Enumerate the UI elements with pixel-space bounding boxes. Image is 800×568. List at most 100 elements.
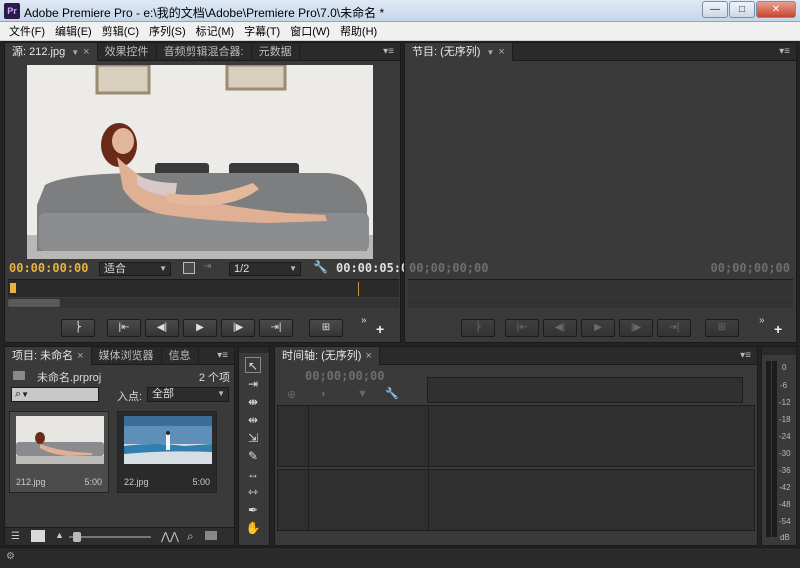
panel-menu-icon[interactable]: ▾≡ (740, 350, 751, 361)
minimize-button[interactable]: — (702, 1, 728, 18)
panel-menu-icon[interactable]: ▾≡ (383, 46, 394, 57)
new-bin-icon[interactable] (205, 531, 217, 540)
play-button[interactable]: ▶ (183, 319, 217, 337)
zoom-out-icon[interactable]: ▲ (55, 530, 64, 540)
lift-button[interactable]: ⊞ (705, 319, 739, 337)
playhead-icon[interactable] (10, 283, 16, 293)
tab-timeline[interactable]: 时间轴: (无序列) × (275, 346, 380, 365)
slip-tool-icon[interactable]: ↔ (245, 466, 261, 482)
go-to-in-button[interactable]: |⇤ (505, 319, 539, 337)
timeline-wrench-icon[interactable]: 🔧 (385, 387, 399, 400)
project-item-22[interactable]: 22.jpg 5:00 (117, 411, 217, 493)
source-monitor-panel: 源: 212.jpg ▼ × 效果控件 音频剪辑混合器: 元数据 ▾≡ 00:00:… (4, 42, 415, 343)
menu-edit[interactable]: 编辑(E) (50, 23, 97, 39)
tab-audio-clip-mixer[interactable]: 音频剪辑混合器: (157, 42, 252, 61)
more-controls-icon[interactable]: » (759, 315, 765, 326)
thumbnail-size-slider[interactable] (69, 532, 151, 542)
chevron-down-icon: ▼ (217, 389, 225, 398)
panel-menu-icon[interactable]: ▾≡ (217, 350, 228, 361)
go-to-out-button[interactable]: ⇥| (657, 319, 691, 337)
close-icon[interactable]: × (365, 350, 371, 362)
audio-tracks-area (277, 469, 755, 532)
selection-tool-icon[interactable]: ↖ (245, 357, 261, 373)
source-time-ruler[interactable] (8, 279, 399, 297)
tab-info[interactable]: 信息 (162, 346, 199, 365)
meter-header-bar (762, 347, 796, 355)
clip-duration: 5:00 (192, 477, 210, 487)
add-button-icon[interactable]: + (376, 321, 384, 337)
maximize-button[interactable]: □ (729, 1, 755, 18)
search-input[interactable]: ⌕▼ (11, 387, 99, 402)
step-back-button[interactable]: ◀| (543, 319, 577, 337)
step-forward-button[interactable]: |▶ (619, 319, 653, 337)
timeline-tab-row: 时间轴: (无序列) × ▾≡ (275, 346, 757, 365)
export-frame-icon[interactable]: ⇥ (203, 261, 211, 272)
window-title: Adobe Premiere Pro - e:\我的文档\Adobe\Premi… (24, 6, 385, 20)
fit-select[interactable]: 适合 ▼ (99, 262, 171, 276)
menu-sequence[interactable]: 序列(S) (144, 23, 191, 39)
project-item-212[interactable]: 212.jpg 5:00 (9, 411, 109, 493)
hand-tool-icon[interactable]: ✋ (245, 520, 261, 536)
ripple-edit-tool-icon[interactable]: ⇼ (245, 394, 261, 410)
zoom-scrollbar[interactable] (8, 298, 399, 308)
linked-selection-icon[interactable]: ◐ (321, 388, 328, 400)
mark-in-button[interactable]: ⎬ (61, 319, 95, 337)
tab-metadata[interactable]: 元数据 (252, 42, 300, 61)
play-button[interactable]: ▶ (581, 319, 615, 337)
pen-tool-icon[interactable]: ✒ (245, 502, 261, 518)
slide-tool-icon[interactable]: ⇿ (245, 484, 261, 500)
tab-program[interactable]: 节目: (无序列) ▼ × (405, 42, 513, 62)
go-to-in-button[interactable]: |⇤ (107, 319, 141, 337)
menu-marker[interactable]: 标记(M) (191, 23, 240, 39)
menu-clip[interactable]: 剪辑(C) (97, 23, 144, 39)
razor-tool-icon[interactable]: ✎ (245, 448, 261, 464)
snap-icon[interactable]: ⊕ (287, 388, 296, 401)
meter-label-42: -42 (779, 483, 791, 492)
rolling-edit-tool-icon[interactable]: ⇹ (245, 412, 261, 428)
close-icon[interactable]: × (83, 46, 89, 58)
menu-help[interactable]: 帮助(H) (335, 23, 382, 39)
step-forward-button[interactable]: |▶ (221, 319, 255, 337)
wrench-icon[interactable]: 🔧 (313, 260, 328, 274)
automate-to-sequence-icon[interactable]: ⋀⋀ (161, 530, 179, 543)
playback-resolution-select[interactable]: 1/2 ▼ (229, 262, 301, 276)
slider-handle[interactable] (73, 532, 81, 542)
list-view-icon[interactable]: ☰ (11, 531, 20, 542)
menu-title[interactable]: 字幕(T) (239, 23, 285, 39)
track-select-tool-icon[interactable]: ⇥ (245, 376, 261, 392)
tab-source[interactable]: 源: 212.jpg ▼ × (5, 42, 98, 62)
meter-label-36: -36 (779, 466, 791, 475)
close-icon[interactable]: × (498, 46, 504, 58)
source-timecode-current[interactable]: 00:00:00:00 (9, 261, 88, 275)
tab-project[interactable]: 项目: 未命名 × (5, 346, 92, 365)
rate-stretch-tool-icon[interactable]: ⇲ (245, 430, 261, 446)
close-icon[interactable]: × (77, 350, 83, 362)
add-marker-icon[interactable]: ▼ (357, 388, 368, 400)
find-icon[interactable]: ⌕ (187, 529, 194, 544)
tab-media-browser[interactable]: 媒体浏览器 (92, 346, 162, 365)
close-button[interactable]: ✕ (756, 1, 796, 18)
menu-window[interactable]: 窗口(W) (285, 23, 335, 39)
go-to-out-button[interactable]: ⇥| (259, 319, 293, 337)
program-timecode-current: 00;00;00;00 (409, 261, 489, 275)
icon-view-icon[interactable] (31, 530, 45, 542)
step-back-button[interactable]: ◀| (145, 319, 179, 337)
chevron-down-icon[interactable]: ▼ (71, 44, 79, 62)
video-tracks-area (277, 405, 755, 468)
add-button-icon[interactable]: + (774, 321, 782, 337)
more-controls-icon[interactable]: » (361, 315, 367, 326)
mark-in-button[interactable]: ⎬ (461, 319, 495, 337)
panel-menu-icon[interactable]: ▾≡ (779, 46, 790, 57)
safe-margins-icon[interactable] (183, 262, 195, 274)
entry-point-select[interactable]: 全部 ▼ (147, 387, 229, 402)
zoom-scroll-handle[interactable] (8, 299, 60, 307)
chevron-down-icon: ▼ (21, 390, 30, 399)
insert-button[interactable]: ⊞ (309, 319, 343, 337)
program-time-ruler (408, 279, 793, 297)
item-count: 2 个项 (198, 372, 230, 384)
timeline-timecode: 00;00;00;00 (305, 369, 385, 383)
chevron-down-icon[interactable]: ▼ (486, 44, 494, 62)
status-settings-icon[interactable]: ⚙ (6, 551, 15, 562)
tab-effect-controls[interactable]: 效果控件 (98, 42, 157, 61)
menu-file[interactable]: 文件(F) (4, 23, 50, 39)
